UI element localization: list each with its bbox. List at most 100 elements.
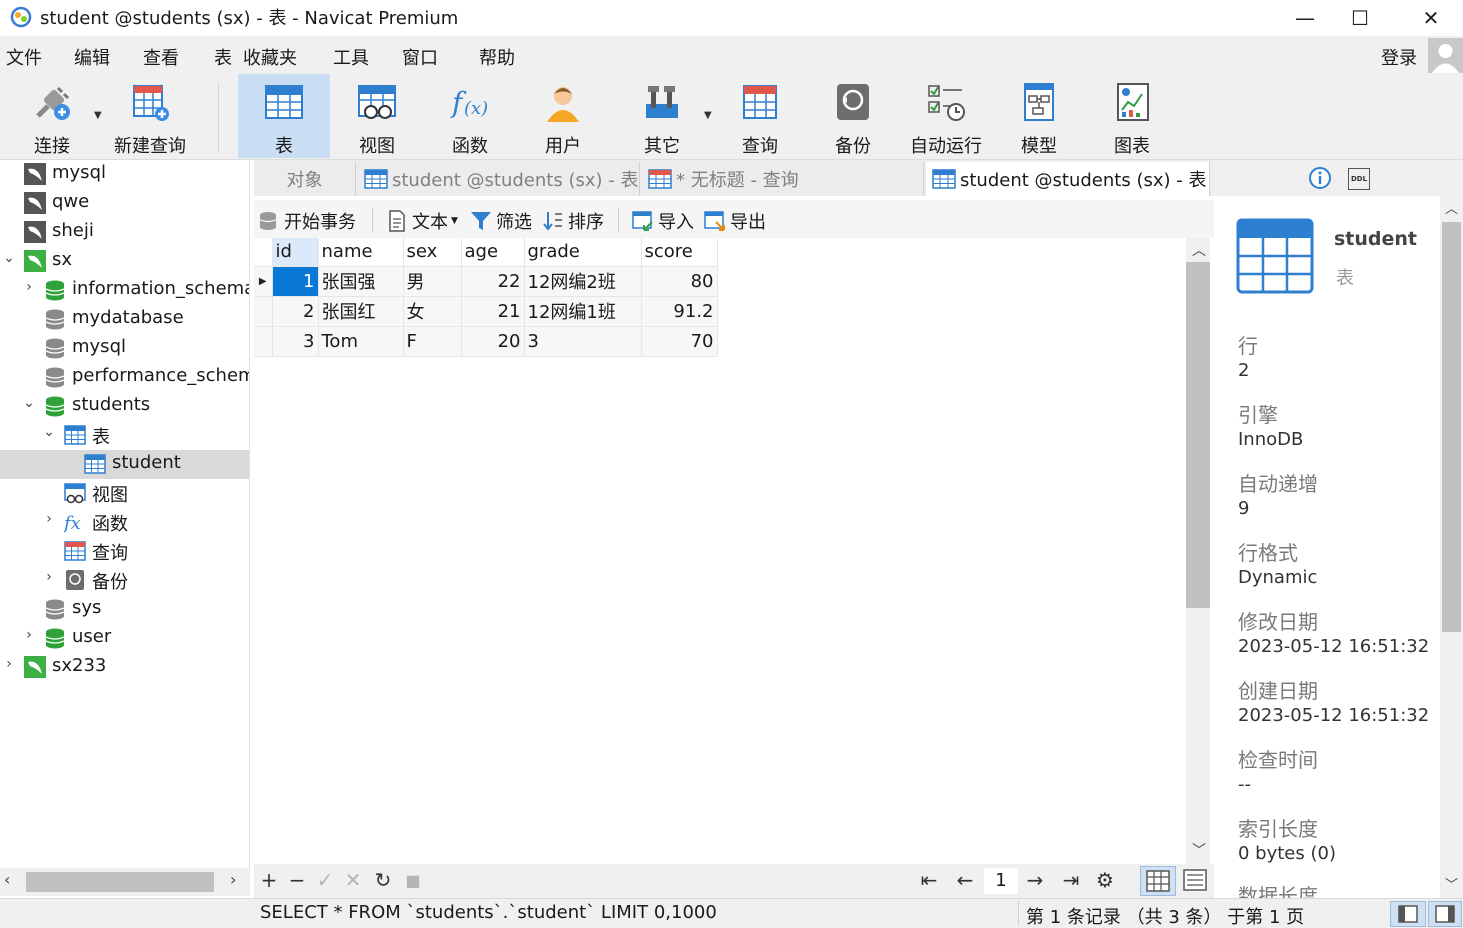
chevron-right-icon[interactable]: › (42, 511, 56, 527)
tab-student-table-1[interactable]: student @students (sx) - 表 (358, 162, 640, 196)
tree-item-functions[interactable]: › fx 函数 (0, 508, 249, 537)
refresh-button[interactable]: ↻ (370, 868, 396, 892)
apply-changes-button[interactable]: ✓ (312, 868, 338, 892)
table-row[interactable]: 2 张国红 女 21 12网编1班 91.2 (254, 296, 718, 327)
chevron-down-icon[interactable]: ⌄ (2, 250, 16, 266)
grid-view-button[interactable] (1140, 866, 1176, 896)
cell-sex[interactable]: 男 (403, 266, 462, 297)
menu-view[interactable]: 查看 (143, 44, 179, 70)
login-link[interactable]: 登录 (1381, 44, 1417, 70)
tool-automation[interactable]: 自动运行 (900, 74, 992, 158)
tool-new-query[interactable]: 新建查询 (104, 74, 196, 158)
cell-name[interactable]: Tom (318, 326, 404, 357)
cell-id[interactable]: 3 (272, 326, 319, 357)
stop-button[interactable]: ■ (400, 871, 426, 890)
delete-record-button[interactable]: − (284, 868, 310, 892)
discard-changes-button[interactable]: ✕ (340, 868, 366, 892)
tree-horizontal-scrollbar[interactable]: ‹ › (0, 868, 250, 896)
tool-user[interactable]: 用户 (517, 74, 609, 158)
cell-score[interactable]: 80 (641, 266, 718, 297)
menu-file[interactable]: 文件 (6, 44, 42, 70)
scroll-up-icon[interactable]: ︿ (1192, 240, 1206, 260)
table-row[interactable]: 3 Tom F 20 3 70 (254, 326, 718, 357)
tree-item-information-schema[interactable]: › information_schema (0, 276, 249, 305)
cell-age[interactable]: 21 (461, 296, 525, 327)
tool-table[interactable]: 表 (238, 74, 330, 158)
tool-connect[interactable]: 连接 (6, 74, 98, 158)
import-button[interactable]: 导入 (632, 208, 694, 234)
previous-page-icon[interactable]: ← (952, 868, 978, 892)
minimize-button[interactable]: — (1276, 0, 1334, 36)
chevron-right-icon[interactable]: › (2, 656, 16, 672)
scroll-right-icon[interactable]: › (230, 870, 236, 889)
chevron-down-icon[interactable]: ⌄ (22, 395, 36, 411)
cell-score[interactable]: 91.2 (641, 296, 718, 327)
scroll-left-icon[interactable]: ‹ (4, 870, 10, 889)
tool-function[interactable]: f (x) 函数 (424, 74, 516, 158)
tab-objects[interactable]: 对象 (254, 162, 356, 196)
maximize-button[interactable]: ☐ (1331, 0, 1389, 36)
add-record-button[interactable]: + (256, 868, 282, 892)
column-header-name[interactable]: name (318, 238, 404, 267)
menu-tools[interactable]: 工具 (333, 44, 369, 70)
page-number-input[interactable]: 1 (984, 868, 1018, 894)
tree-item-mysql-db[interactable]: mysql (0, 334, 249, 363)
tree-item-students[interactable]: ⌄ students (0, 392, 249, 421)
form-view-button[interactable] (1178, 866, 1212, 896)
column-header-age[interactable]: age (461, 238, 525, 267)
tree-item-queries[interactable]: 查询 (0, 537, 249, 566)
scroll-thumb[interactable] (26, 872, 214, 892)
tool-backup[interactable]: 备份 (807, 74, 899, 158)
connect-dropdown-icon[interactable]: ▼ (94, 110, 102, 121)
filter-button[interactable]: 筛选 (470, 208, 532, 234)
tree-item-sys[interactable]: sys (0, 595, 249, 624)
others-dropdown-icon[interactable]: ▼ (704, 110, 712, 121)
tree-item-user[interactable]: › user (0, 624, 249, 653)
toggle-left-panel-button[interactable] (1390, 901, 1426, 927)
scroll-up-icon[interactable]: ︿ (1445, 198, 1458, 217)
cell-grade[interactable]: 12网编1班 (524, 296, 642, 327)
info-vertical-scrollbar[interactable]: ︿ ﹀ (1440, 196, 1463, 898)
menu-table[interactable]: 表 (214, 44, 232, 70)
cell-id[interactable]: 2 (272, 296, 319, 327)
scroll-thumb[interactable] (1186, 262, 1210, 608)
first-page-icon[interactable]: ⇤ (916, 868, 942, 892)
cell-name[interactable]: 张国红 (318, 296, 404, 327)
grid-vertical-scrollbar[interactable]: ︿ ﹀ (1186, 238, 1210, 864)
column-header-grade[interactable]: grade (524, 238, 642, 267)
cell-age[interactable]: 22 (461, 266, 525, 297)
tool-chart[interactable]: 图表 (1086, 74, 1178, 158)
settings-gear-icon[interactable]: ⚙ (1092, 868, 1118, 892)
sort-button[interactable]: 排序 (542, 208, 604, 234)
cell-sex[interactable]: F (403, 326, 462, 357)
chevron-right-icon[interactable]: › (22, 627, 36, 643)
table-row[interactable]: ▶ 1 张国强 男 22 12网编2班 80 (254, 266, 718, 297)
last-page-icon[interactable]: ⇥ (1058, 868, 1084, 892)
tree-item-qwe-connection[interactable]: qwe (0, 189, 249, 218)
avatar[interactable] (1428, 38, 1463, 73)
begin-transaction-button[interactable]: 开始事务 (258, 208, 356, 234)
cell-sex[interactable]: 女 (403, 296, 462, 327)
column-header-id[interactable]: id (272, 238, 319, 267)
tree-item-performance-schema[interactable]: performance_schema (0, 363, 249, 392)
cell-grade[interactable]: 12网编2班 (524, 266, 642, 297)
column-header-sex[interactable]: sex (403, 238, 462, 267)
next-page-icon[interactable]: → (1022, 868, 1048, 892)
tool-view[interactable]: 视图 (331, 74, 423, 158)
menu-favorites[interactable]: 收藏夹 (243, 44, 297, 70)
cell-grade[interactable]: 3 (524, 326, 642, 357)
tree-item-sheji-connection[interactable]: sheji (0, 218, 249, 247)
toggle-right-panel-button[interactable] (1428, 901, 1462, 927)
cell-age[interactable]: 20 (461, 326, 525, 357)
chevron-right-icon[interactable]: › (42, 569, 56, 585)
tool-model[interactable]: 模型 (993, 74, 1085, 158)
menu-window[interactable]: 窗口 (402, 44, 438, 70)
chevron-down-icon[interactable]: ⌄ (42, 424, 56, 440)
export-button[interactable]: 导出 (704, 208, 766, 234)
scroll-down-icon[interactable]: ﹀ (1192, 840, 1206, 860)
menu-edit[interactable]: 编辑 (74, 44, 110, 70)
column-header-score[interactable]: score (641, 238, 718, 267)
scroll-thumb[interactable] (1442, 222, 1461, 632)
text-view-button[interactable]: 文本 ▼ (386, 208, 458, 234)
tree-item-mydatabase[interactable]: mydatabase (0, 305, 249, 334)
